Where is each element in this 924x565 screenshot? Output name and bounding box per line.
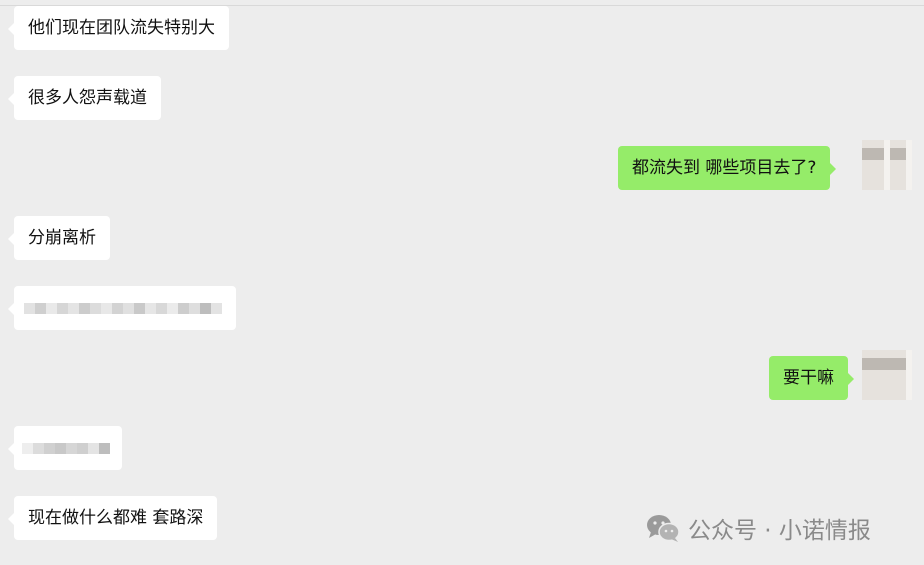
message-bubble-outgoing[interactable]: 要干嘛 xyxy=(769,356,854,400)
wechat-icon xyxy=(647,515,680,542)
message-text: 很多人怨声载道 xyxy=(28,88,147,108)
message-bubble-incoming[interactable]: 很多人怨声载道 xyxy=(8,76,161,120)
watermark: 公众号 · 小诺情报 xyxy=(646,512,871,544)
message-bubble-outgoing[interactable]: 都流失到 哪些项目去了? xyxy=(618,146,837,190)
message-bubble-incoming[interactable]: 现在做什么都难 套路深 xyxy=(7,496,218,540)
pixelated-content xyxy=(24,297,226,319)
message-bubble-incoming[interactable]: 他们现在团队流失特别大 xyxy=(8,6,229,50)
message-text: 现在做什么都难 套路深 xyxy=(28,508,204,528)
message-bubble-pixelated[interactable] xyxy=(8,426,122,470)
user-avatar[interactable] xyxy=(862,350,912,400)
message-bubble-incoming[interactable]: 分崩离析 xyxy=(8,216,110,260)
message-bubble-pixelated[interactable] xyxy=(8,286,236,330)
user-avatar[interactable] xyxy=(862,140,912,190)
message-text: 都流失到 哪些项目去了? xyxy=(632,158,817,178)
watermark-text: 公众号 · 小诺情报 xyxy=(688,518,871,544)
message-text: 要干嘛 xyxy=(783,368,834,388)
pixelated-content xyxy=(22,437,114,459)
message-text: 他们现在团队流失特别大 xyxy=(28,18,215,38)
message-text: 分崩离析 xyxy=(28,228,96,248)
